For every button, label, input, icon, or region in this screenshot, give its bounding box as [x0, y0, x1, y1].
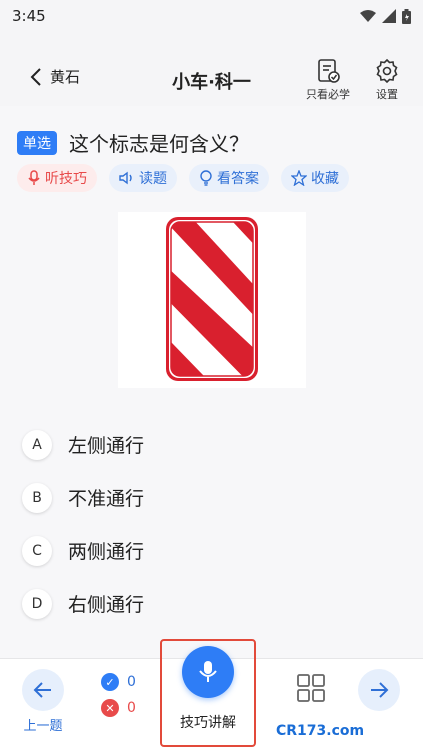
arrow-left-icon: [33, 682, 51, 698]
correct-count-row: ✓ 0: [101, 673, 136, 691]
read-question-label: 读题: [139, 171, 167, 187]
star-icon: [291, 170, 307, 186]
status-icons: [360, 8, 411, 24]
wifi-icon: [360, 10, 376, 22]
only-must-label: 只看必学: [306, 88, 350, 101]
prev-question-label: 上一题: [23, 719, 63, 734]
cross-icon: ✕: [101, 699, 119, 717]
option-letter: B: [22, 482, 52, 513]
correct-count: 0: [127, 674, 136, 690]
listen-tips-button[interactable]: 听技巧: [17, 164, 97, 192]
read-question-button[interactable]: 读题: [109, 164, 177, 192]
arrow-right-icon: [371, 682, 389, 698]
question-header: 单选 这个标志是何含义？: [17, 128, 249, 157]
mic-icon: [28, 170, 40, 185]
status-time: 3:45: [12, 7, 46, 25]
view-answer-button[interactable]: 看答案: [189, 164, 269, 192]
wrong-count-row: ✕ 0: [101, 699, 136, 717]
option-letter: D: [22, 588, 52, 619]
speaker-icon: [119, 171, 132, 185]
question-actions: 听技巧 读题 看答案 收藏: [17, 164, 349, 192]
question-text: 这个标志是何含义？: [69, 132, 249, 156]
battery-icon: [402, 8, 411, 24]
favorite-label: 收藏: [311, 171, 339, 187]
sign-image: [118, 212, 306, 388]
skill-explain-label: 技巧讲解: [180, 715, 236, 731]
option-text: 右侧通行: [68, 594, 145, 616]
option-c[interactable]: C 两侧通行: [22, 524, 144, 577]
prev-circle: [22, 669, 64, 711]
question-grid-button[interactable]: [296, 673, 326, 707]
next-circle: [358, 669, 400, 711]
status-bar: 3:45: [0, 0, 423, 32]
skill-explain-button[interactable]: [182, 646, 234, 698]
skill-explain-highlight: 技巧讲解: [160, 639, 256, 747]
option-d[interactable]: D 右侧通行: [22, 577, 144, 630]
option-letter: A: [22, 429, 52, 460]
view-answer-label: 看答案: [217, 171, 259, 187]
option-a[interactable]: A 左侧通行: [22, 418, 144, 471]
gear-icon: [376, 58, 398, 84]
hazard-stripe-sign: [166, 217, 258, 381]
settings-button[interactable]: 设置: [374, 58, 400, 102]
next-question-button[interactable]: [358, 669, 400, 711]
option-b[interactable]: B 不准通行: [22, 471, 144, 524]
option-text: 两侧通行: [68, 541, 145, 563]
settings-label: 设置: [376, 88, 398, 101]
favorite-button[interactable]: 收藏: [281, 164, 349, 192]
wrong-count: 0: [127, 700, 136, 716]
listen-tips-label: 听技巧: [45, 171, 87, 187]
signal-icon: [382, 9, 396, 23]
answer-options: A 左侧通行 B 不准通行 C 两侧通行 D 右侧通行: [22, 418, 144, 630]
bottom-bar: 上一题 ✓ 0 ✕ 0 技巧讲解 CR173.com: [0, 639, 423, 752]
option-letter: C: [22, 535, 52, 566]
checklist-icon: [318, 59, 340, 83]
top-bar: 黄石 小车·科一 只看必学 设置: [0, 32, 423, 106]
option-text: 不准通行: [68, 488, 145, 510]
option-text: 左侧通行: [68, 435, 145, 457]
page-title: 小车·科一: [172, 72, 251, 93]
question-content: 单选 这个标志是何含义？ 听技巧 读题 看答案 收藏 A 左侧通行 B 不准通行…: [0, 106, 423, 658]
watermark: CR173.com: [276, 723, 365, 739]
only-must-button[interactable]: 只看必学: [306, 58, 350, 102]
bulb-icon: [200, 170, 212, 186]
mic-icon: [199, 661, 217, 682]
prev-question-button[interactable]: 上一题: [22, 669, 64, 734]
grid-icon: [297, 674, 325, 702]
check-icon: ✓: [101, 673, 119, 691]
answer-stats: ✓ 0 ✕ 0: [101, 673, 136, 717]
question-type-badge: 单选: [17, 130, 57, 155]
